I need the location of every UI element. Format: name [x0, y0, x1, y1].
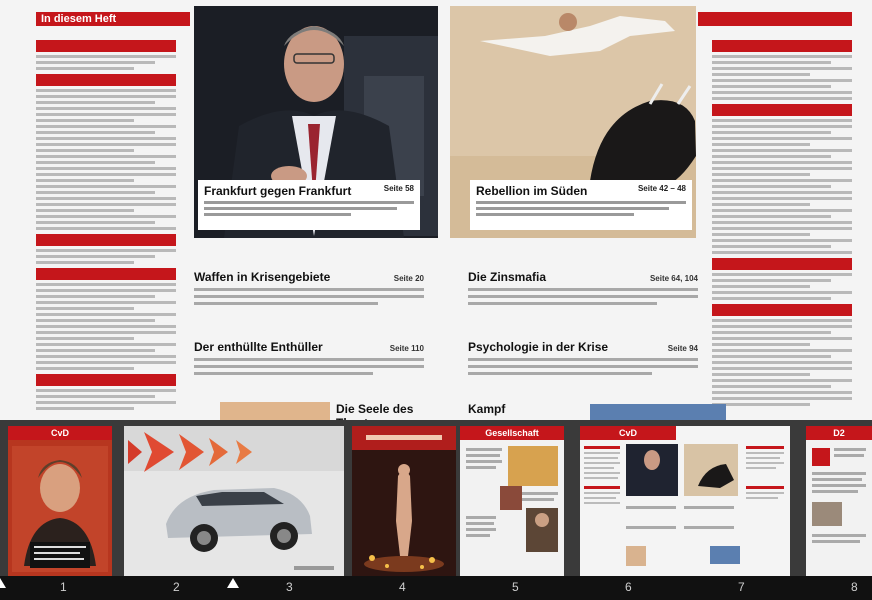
toc-section-head	[36, 268, 176, 280]
page-thumbnail-strip[interactable]: CvD Gesellschaft CvD D2	[0, 420, 872, 580]
feature-caption-frankfurt[interactable]: Frankfurt gegen Frankfurt Seite 58	[198, 180, 420, 230]
article-kampf[interactable]: Kampf	[468, 402, 568, 416]
article-psychologie[interactable]: Psychologie in der Krise Seite 94	[468, 340, 698, 375]
scroll-handle-icon[interactable]	[0, 578, 6, 588]
page-number-1[interactable]: 1	[60, 580, 67, 594]
magazine-page: In diesem Heft Frankfurt gegen Frankfurt…	[0, 0, 872, 420]
thumbnail-page-5[interactable]: Gesellschaft	[460, 426, 564, 576]
page-number-6[interactable]: 6	[625, 580, 632, 594]
article-page-ref: Seite 110	[389, 344, 424, 353]
article-enthueller[interactable]: Der enthüllte Enthüller Seite 110	[194, 340, 424, 375]
article-page-ref: Seite 20	[393, 274, 424, 283]
thumbnail-page-6-7[interactable]: CvD	[580, 426, 790, 576]
article-title: Die Seele des Theaters	[336, 402, 414, 420]
feature-page-ref: Seite 42 – 48	[637, 184, 686, 193]
toc-section-head	[712, 258, 852, 270]
article-photo-theater	[220, 402, 330, 420]
toc-right-column	[712, 36, 852, 406]
page-number-2[interactable]: 2	[173, 580, 180, 594]
toc-left-column	[36, 36, 176, 410]
feature-caption-rebellion[interactable]: Rebellion im Süden Seite 42 – 48	[470, 180, 692, 230]
page-number-3[interactable]: 3	[286, 580, 293, 594]
right-banner	[698, 12, 852, 26]
toc-section-head	[36, 234, 176, 246]
toc-section-head	[36, 74, 176, 86]
page-number-5[interactable]: 5	[512, 580, 519, 594]
article-page-ref: Seite 64, 104	[649, 274, 698, 283]
feature-page-ref: Seite 58	[383, 184, 414, 193]
page-number-7[interactable]: 7	[738, 580, 745, 594]
thumbnail-page-2-3[interactable]	[124, 426, 344, 576]
thumbnail-page-8[interactable]: D2	[806, 426, 872, 576]
article-zinsmafia[interactable]: Die Zinsmafia Seite 64, 104	[468, 270, 698, 305]
toc-section-head	[712, 104, 852, 116]
feature-title: Frankfurt gegen Frankfurt	[204, 184, 352, 198]
thumbnail-page-1[interactable]: CvD	[8, 426, 112, 576]
article-waffen[interactable]: Waffen in Krisengebiete Seite 20	[194, 270, 424, 305]
current-page-indicator-icon	[227, 578, 239, 588]
page-number-4[interactable]: 4	[399, 580, 406, 594]
toc-section-head	[36, 40, 176, 52]
article-page-ref: Seite 94	[667, 344, 698, 353]
page-banner: In diesem Heft	[36, 12, 190, 26]
toc-section-head	[36, 374, 176, 386]
toc-section-head	[712, 304, 852, 316]
article-title: Die Zinsmafia	[468, 270, 547, 284]
article-photo-kampf	[590, 404, 726, 420]
feature-title: Rebellion im Süden	[476, 184, 588, 198]
article-title: Waffen in Krisengebiete	[194, 270, 331, 284]
article-title: Der enthüllte Enthüller	[194, 340, 323, 354]
page-number-8[interactable]: 8	[851, 580, 858, 594]
article-title: Psychologie in der Krise	[468, 340, 609, 354]
article-title: Kampf	[468, 402, 506, 416]
article-theater[interactable]: Die Seele des Theaters	[336, 402, 446, 420]
thumbnail-page-4[interactable]	[352, 426, 456, 576]
page-number-bar[interactable]: 1 2 3 4 5 6 7 8	[0, 576, 872, 600]
toc-section-head	[712, 40, 852, 52]
